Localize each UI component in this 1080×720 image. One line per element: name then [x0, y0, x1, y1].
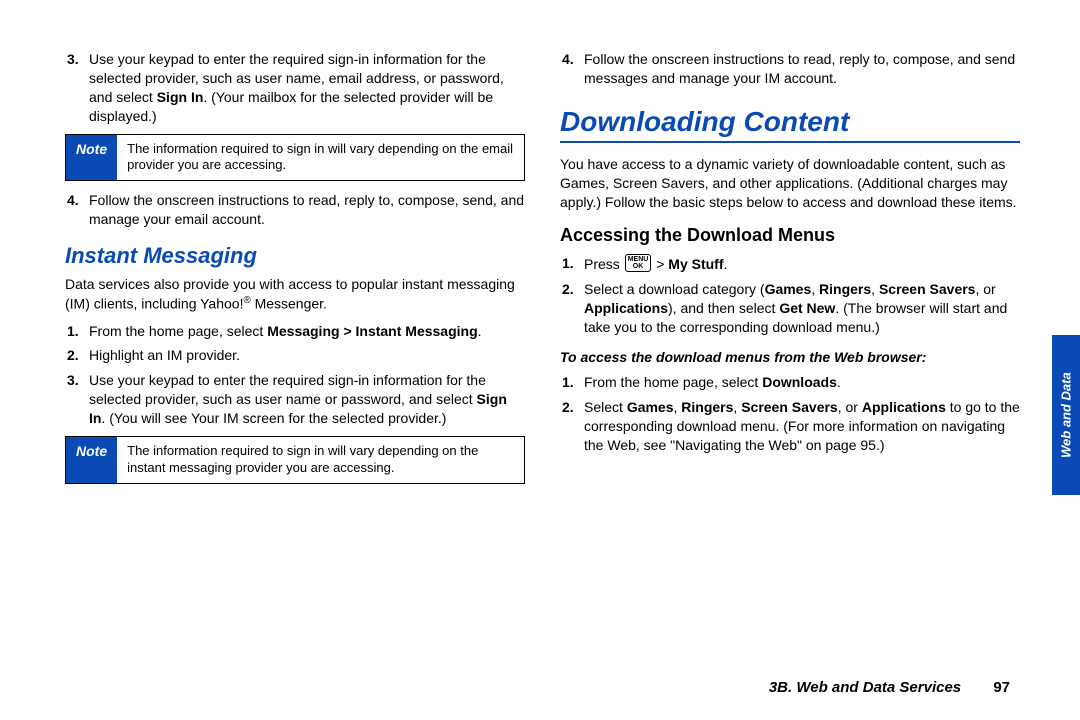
item-body: Follow the onscreen instructions to read… — [584, 50, 1020, 88]
right-column: 4. Follow the onscreen instructions to r… — [560, 50, 1020, 645]
item-number: 1. — [560, 254, 584, 274]
item-body: Use your keypad to enter the required si… — [89, 50, 525, 126]
list-item: 2. Select a download category (Games, Ri… — [560, 280, 1020, 337]
item-number: 4. — [560, 50, 584, 88]
list-item: 3. Use your keypad to enter the required… — [65, 371, 525, 428]
menu-ok-key-icon: MENUOK — [625, 254, 652, 272]
heading-downloading-content: Downloading Content — [560, 106, 1020, 143]
note-text: The information required to sign in will… — [117, 437, 524, 483]
item-number: 2. — [560, 280, 584, 337]
list-item: 4. Follow the onscreen instructions to r… — [560, 50, 1020, 88]
note-label: Note — [66, 135, 117, 181]
note-label: Note — [66, 437, 117, 483]
item-body: From the home page, select Messaging > I… — [89, 322, 525, 341]
note-text: The information required to sign in will… — [117, 135, 524, 181]
list-item: 1. From the home page, select Messaging … — [65, 322, 525, 341]
list-item: 3. Use your keypad to enter the required… — [65, 50, 525, 126]
item-body: Highlight an IM provider. — [89, 346, 525, 365]
registered-mark: ® — [243, 295, 250, 306]
list-item: 4. Follow the onscreen instructions to r… — [65, 191, 525, 229]
note-box: Note The information required to sign in… — [65, 134, 525, 182]
item-number: 1. — [560, 373, 584, 392]
two-column-layout: 3. Use your keypad to enter the required… — [65, 50, 1020, 645]
list-item: 2. Select Games, Ringers, Screen Savers,… — [560, 398, 1020, 455]
note-box: Note The information required to sign in… — [65, 436, 525, 484]
item-body: From the home page, select Downloads. — [584, 373, 1020, 392]
list-item: 1. From the home page, select Downloads. — [560, 373, 1020, 392]
item-body: Follow the onscreen instructions to read… — [89, 191, 525, 229]
paragraph: Data services also provide you with acce… — [65, 275, 525, 313]
item-number: 1. — [65, 322, 89, 341]
item-body: Press MENUOK > My Stuff. — [584, 254, 1020, 274]
footer-section: 3B. Web and Data Services — [769, 679, 961, 696]
left-column: 3. Use your keypad to enter the required… — [65, 50, 525, 645]
subheading-web-browser: To access the download menus from the We… — [560, 349, 1020, 365]
page-footer: 3B. Web and Data Services 97 — [769, 679, 1010, 696]
list-item: 1. Press MENUOK > My Stuff. — [560, 254, 1020, 274]
side-tab-web-and-data: Web and Data — [1052, 335, 1080, 495]
item-number: 3. — [65, 50, 89, 126]
item-number: 2. — [560, 398, 584, 455]
heading-instant-messaging: Instant Messaging — [65, 243, 525, 269]
item-body: Select Games, Ringers, Screen Savers, or… — [584, 398, 1020, 455]
item-number: 4. — [65, 191, 89, 229]
page-number: 97 — [993, 679, 1010, 696]
item-body: Use your keypad to enter the required si… — [89, 371, 525, 428]
paragraph: You have access to a dynamic variety of … — [560, 155, 1020, 212]
item-number: 3. — [65, 371, 89, 428]
item-number: 2. — [65, 346, 89, 365]
list-item: 2. Highlight an IM provider. — [65, 346, 525, 365]
item-body: Select a download category (Games, Ringe… — [584, 280, 1020, 337]
heading-accessing-download-menus: Accessing the Download Menus — [560, 225, 1020, 246]
